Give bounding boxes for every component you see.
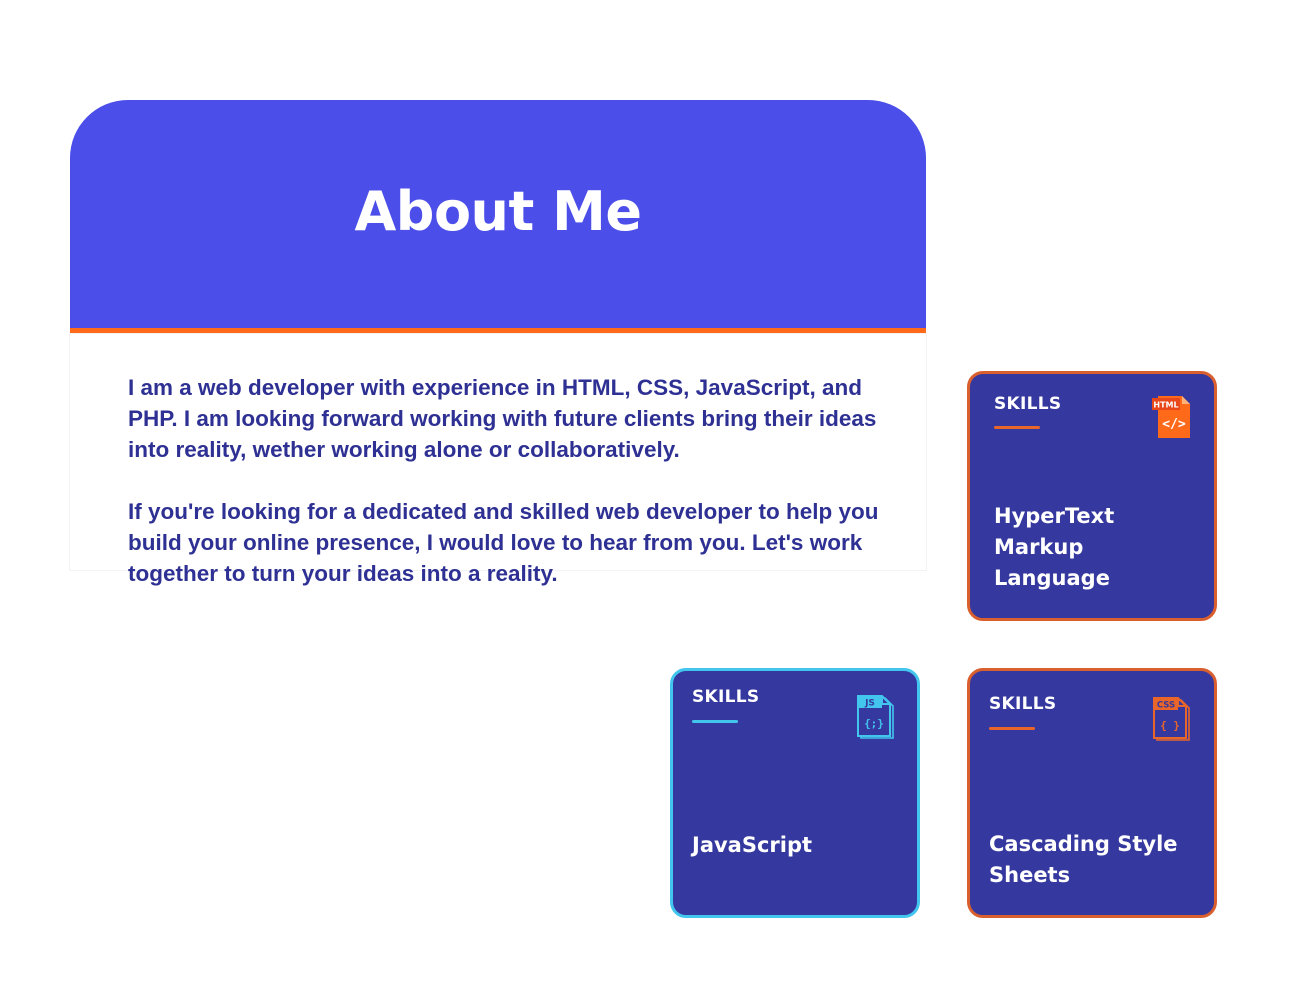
page: About Me I am a web developer with exper…: [0, 0, 1300, 1000]
skill-underline: [692, 720, 738, 723]
skill-name: HyperText Markup Language: [994, 504, 1115, 590]
about-text: I am a web developer with experience in …: [128, 372, 898, 589]
skill-name: JavaScript: [692, 833, 813, 857]
html-icon-text: HTML: [1153, 401, 1178, 410]
skill-label: SKILLS: [994, 394, 1062, 414]
skill-name: Cascading Style Sheets: [989, 832, 1178, 887]
css-icon-text: CSS: [1157, 701, 1175, 711]
html-file-icon: HTML </>: [1152, 396, 1190, 438]
skill-label: SKILLS: [692, 687, 760, 707]
svg-text:</>: </>: [1162, 417, 1186, 432]
about-header: About Me: [70, 100, 926, 328]
js-file-icon: JS {;}: [857, 695, 894, 739]
about-paragraph: If you're looking for a dedicated and sk…: [128, 499, 879, 586]
skill-underline: [989, 727, 1035, 730]
js-icon-text: JS: [864, 699, 875, 709]
skill-underline: [994, 426, 1040, 429]
skill-card-js[interactable]: SKILLS JS {;} JavaScript: [670, 668, 920, 918]
skill-card-html[interactable]: SKILLS HTML </> HyperText Markup Languag…: [967, 371, 1217, 621]
skill-card-css[interactable]: SKILLS CSS { } Cascading Style Sheets: [967, 668, 1217, 918]
svg-text:{ }: { }: [1160, 719, 1180, 732]
skill-label: SKILLS: [989, 694, 1057, 714]
css-file-icon: CSS { }: [1153, 697, 1190, 741]
svg-text:{;}: {;}: [864, 717, 884, 730]
about-paragraph: I am a web developer with experience in …: [128, 375, 877, 462]
page-title: About Me: [354, 179, 642, 243]
